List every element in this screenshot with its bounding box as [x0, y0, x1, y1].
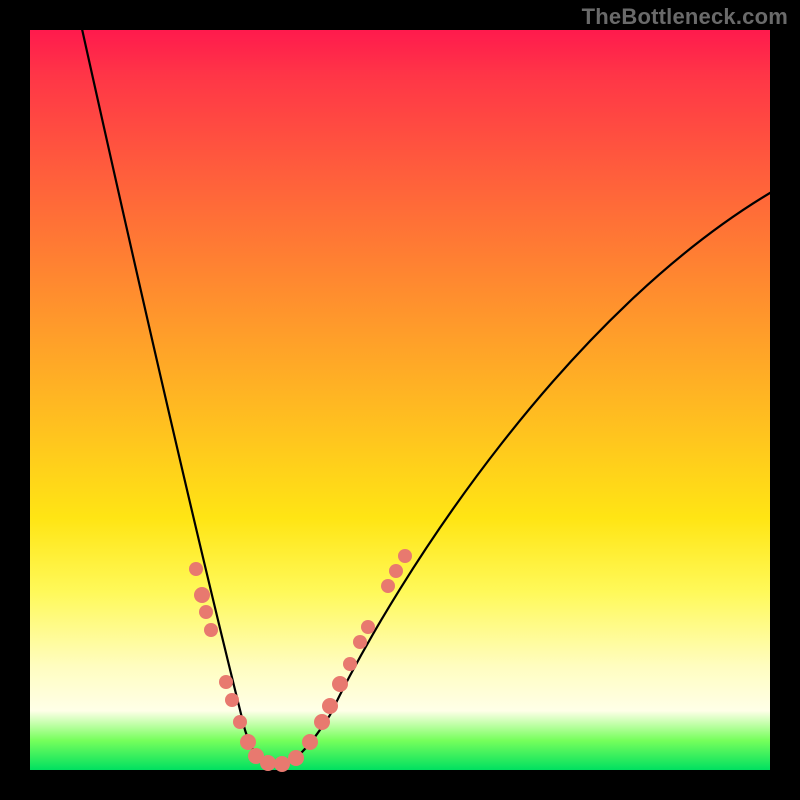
data-dot: [314, 714, 330, 730]
left-curve: [80, 20, 275, 766]
data-dot: [398, 549, 412, 563]
data-dot: [199, 605, 213, 619]
data-dot: [353, 635, 367, 649]
canvas: TheBottleneck.com: [0, 0, 800, 800]
dot-layer: [189, 549, 412, 772]
data-dot: [194, 587, 210, 603]
data-dot: [343, 657, 357, 671]
data-dot: [240, 734, 256, 750]
data-dot: [189, 562, 203, 576]
data-dot: [361, 620, 375, 634]
data-dot: [219, 675, 233, 689]
data-dot: [332, 676, 348, 692]
data-dot: [322, 698, 338, 714]
data-dot: [288, 750, 304, 766]
data-dot: [274, 756, 290, 772]
plot-area: [30, 30, 770, 770]
watermark-text: TheBottleneck.com: [582, 4, 788, 30]
data-dot: [233, 715, 247, 729]
data-dot: [389, 564, 403, 578]
chart-svg: [30, 30, 770, 770]
data-dot: [204, 623, 218, 637]
data-dot: [381, 579, 395, 593]
data-dot: [260, 755, 276, 771]
right-curve: [275, 190, 775, 766]
data-dot: [225, 693, 239, 707]
data-dot: [302, 734, 318, 750]
